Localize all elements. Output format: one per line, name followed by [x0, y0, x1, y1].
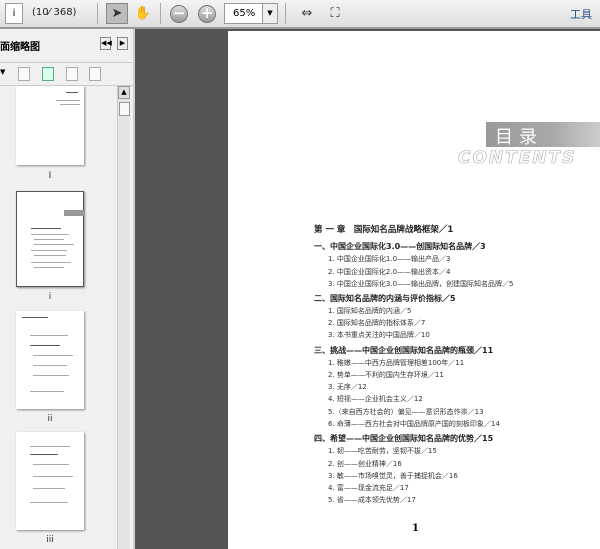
hand-tool-icon[interactable]: ✋: [132, 3, 154, 24]
collapse-left-icon[interactable]: ◀◀: [100, 37, 112, 50]
thumbnails-panel: 面缩略图 ◀◀ ▶ ▼ I i ii iii ▲: [0, 29, 135, 549]
toc-item[interactable]: 4. 短视——企业机会主义／12: [328, 394, 423, 404]
toc-item[interactable]: 4. 富——现金流充足／17: [328, 483, 409, 493]
toc-item[interactable]: 5.（来自西方社会的）偏见——意识形态作祟／13: [328, 407, 484, 417]
toc-chapter[interactable]: 第 一 章 国际知名品牌战略框架／1: [314, 223, 453, 235]
thumbnail-label: ii: [47, 414, 53, 424]
toc-section[interactable]: 三、挑战——中国企业创国际知名品牌的瓶颈／11: [314, 345, 493, 356]
rotate-cw-icon[interactable]: [89, 67, 101, 81]
page-thumbnail[interactable]: [16, 86, 84, 165]
toc-item[interactable]: 1. 韧——吃苦耐劳，坚韧不拔／15: [328, 446, 437, 456]
zoom-dropdown-chevron-icon[interactable]: ▼: [262, 3, 278, 24]
toc-item[interactable]: 2. 创——创业精神／16: [328, 459, 402, 469]
toc-item[interactable]: 3. 中国企业国际化3.0——输出品牌，创建国际知名品牌／5: [328, 279, 514, 289]
toc-item[interactable]: 2. 国际知名品牌的指标体系／7: [328, 318, 425, 328]
zoom-out-icon[interactable]: −: [168, 3, 190, 24]
document-page: 目录 CONTENTS 第 一 章 国际知名品牌战略框架／1 一、中国企业国际化3…: [228, 31, 600, 549]
page-number-input[interactable]: i: [5, 3, 23, 24]
toc-section[interactable]: 二、国际知名品牌的内涵与评价指标／5: [314, 293, 456, 304]
toc-banner: 目录: [486, 122, 600, 148]
page-count: (10⁄ 368): [32, 7, 77, 18]
thumbnail-label: i: [48, 292, 52, 302]
thumbnail-label: I: [48, 171, 52, 181]
panel-title: 面缩略图: [0, 42, 40, 53]
toc-item[interactable]: 2. 中国企业国际化2.0——输出资本／4: [328, 267, 451, 277]
toc-item[interactable]: 3. 本书重点关注的中国品牌／10: [328, 330, 430, 340]
toc-item[interactable]: 1. 稚嫩——中西方品牌管理相差100年／11: [328, 358, 464, 368]
page-thumbnail-current[interactable]: [16, 191, 85, 287]
expand-right-icon[interactable]: ▶: [117, 37, 128, 50]
scrollbar-thumb[interactable]: [119, 102, 130, 116]
divider: [160, 3, 161, 24]
toc-title: 目录: [495, 127, 543, 148]
toc-item[interactable]: 2. 势单——不利的国内生存环境／11: [328, 370, 444, 380]
select-tool-icon[interactable]: ➤: [106, 3, 128, 24]
toc-item[interactable]: 1. 中国企业国际化1.0——输出产品／3: [328, 254, 451, 264]
toc-item[interactable]: 3. 无序／12: [328, 382, 367, 392]
delete-page-icon[interactable]: [18, 67, 30, 81]
toc-item[interactable]: 1. 国际知名品牌的内涵／5: [328, 306, 411, 316]
divider: [97, 3, 98, 24]
thumbnail-toolbar: ▼: [0, 62, 135, 86]
page-number: 1: [412, 523, 419, 534]
toc-item[interactable]: 3. 敏——市场嗅觉灵，善于捕捉机会／16: [328, 471, 458, 481]
scroll-up-icon[interactable]: ▲: [118, 86, 130, 99]
rotate-ccw-icon[interactable]: [66, 67, 78, 81]
tools-button[interactable]: 工具: [570, 6, 592, 22]
zoom-in-icon[interactable]: +: [196, 3, 218, 24]
options-chevron-icon[interactable]: ▼: [0, 68, 5, 76]
toc-section[interactable]: 一、中国企业国际化3.0——创国际知名品牌／3: [314, 241, 486, 252]
thumbnail-label: iii: [46, 535, 54, 545]
divider: [285, 3, 286, 24]
toolbar: i (10⁄ 368) ➤ ✋ − + 65% ▼ ⇔ ⛶ 工具: [0, 0, 600, 29]
page-thumbnail[interactable]: [16, 311, 84, 409]
toc-section[interactable]: 四、希望——中国企业创国际知名品牌的优势／15: [314, 433, 493, 444]
toc-item[interactable]: 6. 命薄——西方社会对中国品牌原产国的刻板印象／14: [328, 419, 500, 429]
page-thumbnail[interactable]: [16, 432, 84, 530]
fit-page-icon[interactable]: ⛶: [324, 3, 346, 24]
toc-item[interactable]: 5. 省——成本领先优势／17: [328, 495, 416, 505]
fit-width-icon[interactable]: ⇔: [296, 3, 318, 24]
thumbnail-scrollbar[interactable]: ▲: [117, 86, 130, 549]
toc-subtitle: CONTENTS: [458, 148, 577, 169]
insert-page-icon[interactable]: [42, 67, 54, 81]
